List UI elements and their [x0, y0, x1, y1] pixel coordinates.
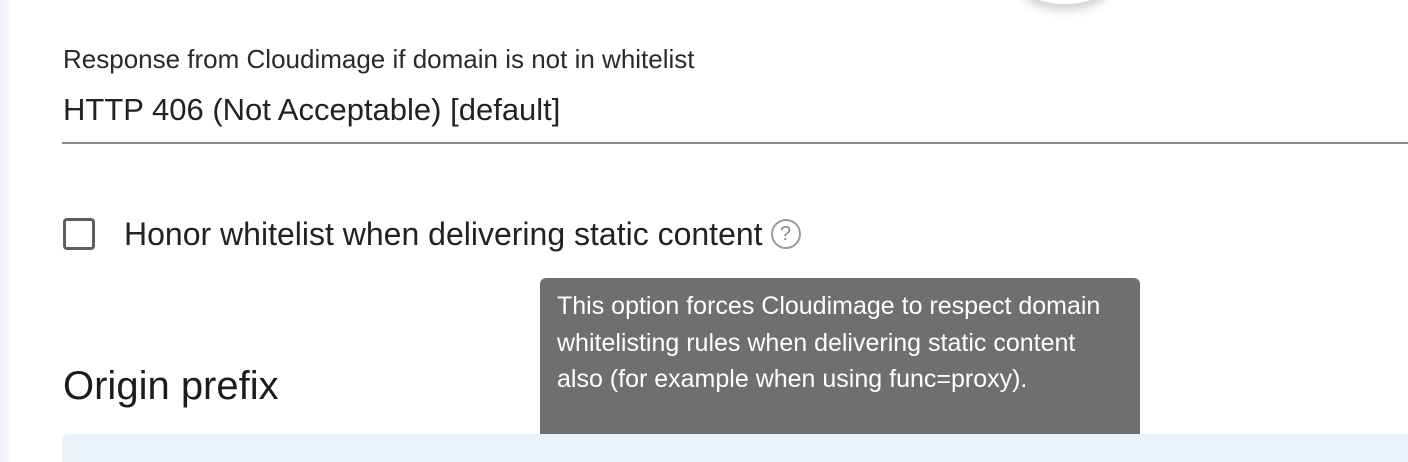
settings-page: Response from Cloudimage if domain is no…	[0, 0, 1408, 462]
whitelist-response-value: HTTP 406 (Not Acceptable) [default]	[63, 92, 561, 127]
help-circle-icon[interactable]: ?	[770, 219, 801, 249]
whitelist-response-select[interactable]: HTTP 406 (Not Acceptable) [default]	[62, 86, 1408, 144]
honor-whitelist-row: Honor whitelist when delivering static c…	[63, 212, 801, 256]
honor-whitelist-checkbox[interactable]	[63, 218, 95, 250]
origin-prefix-info-banner	[62, 434, 1408, 462]
sidebar-edge	[0, 0, 12, 462]
origin-prefix-heading: Origin prefix	[63, 364, 279, 408]
honor-whitelist-tooltip: This option forces Cloudimage to respect…	[540, 278, 1140, 440]
honor-whitelist-label[interactable]: Honor whitelist when delivering static c…	[124, 216, 763, 253]
floating-button-shadow	[1020, 0, 1110, 4]
whitelist-response-label: Response from Cloudimage if domain is no…	[63, 44, 695, 74]
